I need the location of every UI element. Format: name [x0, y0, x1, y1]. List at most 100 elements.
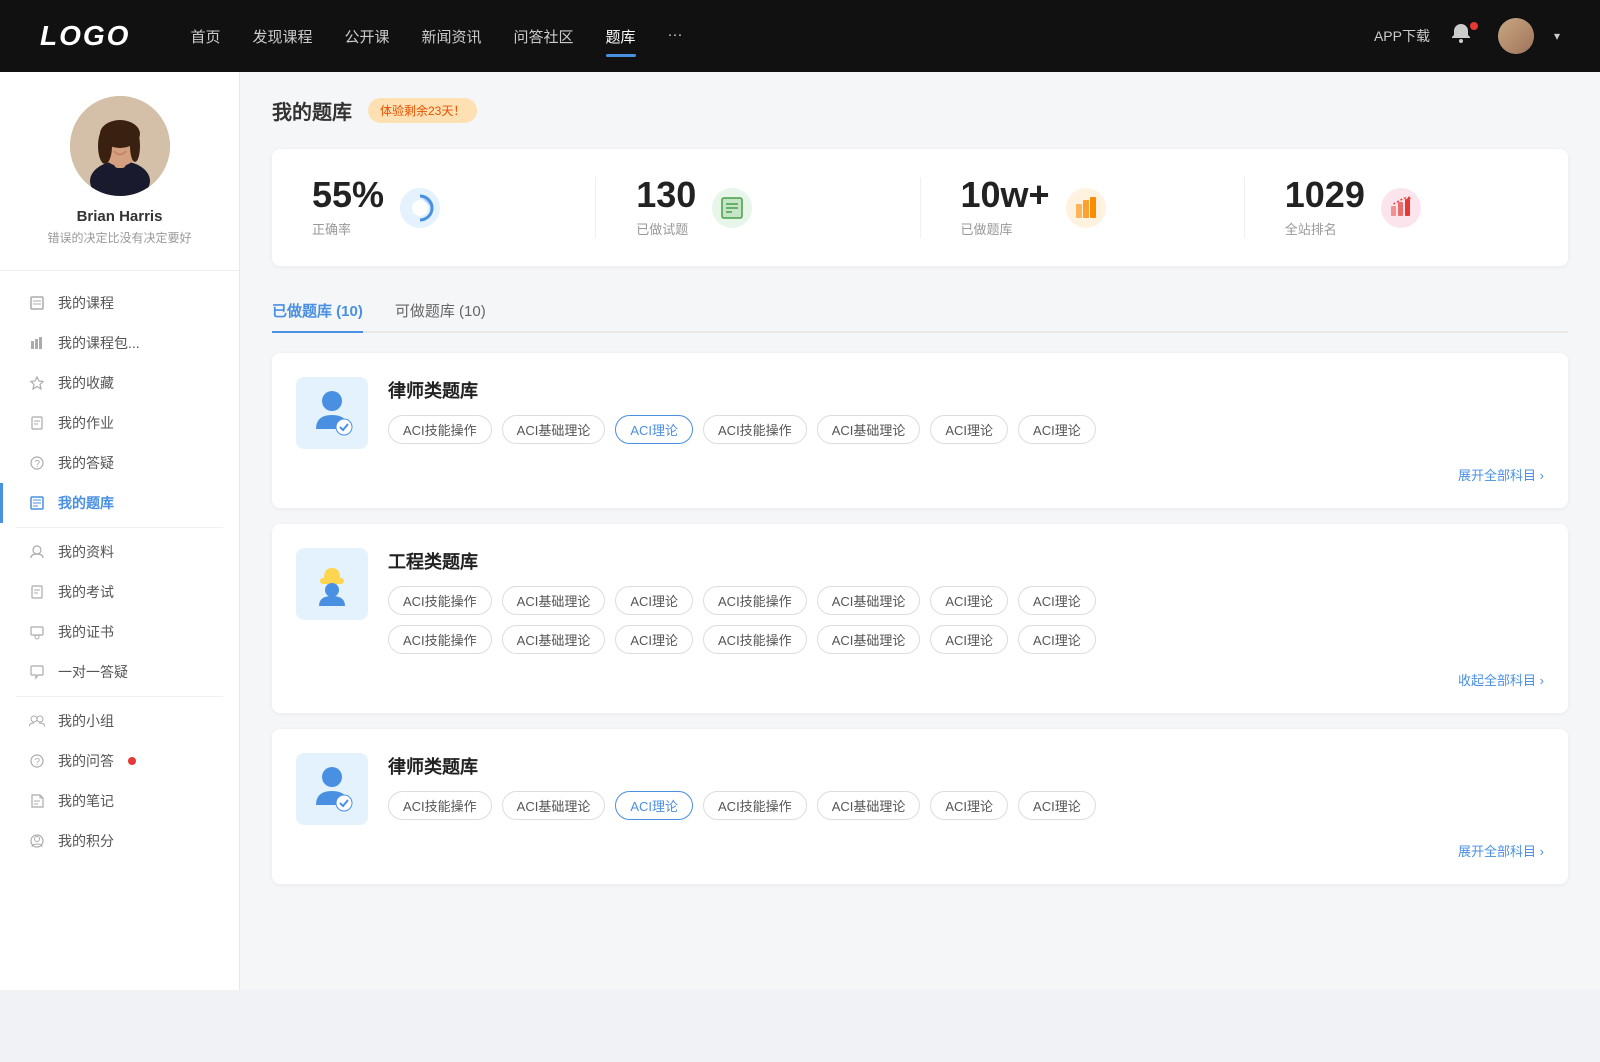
user-avatar[interactable]	[1498, 18, 1534, 54]
qbank-tag[interactable]: ACI理论	[615, 586, 693, 615]
nav-link-more[interactable]: ···	[668, 22, 683, 51]
sidebar-item-one-on-one[interactable]: 一对一答疑	[0, 652, 239, 692]
qbank-tag[interactable]: ACI技能操作	[703, 415, 807, 444]
sidebar-item-course-package[interactable]: 我的课程包...	[0, 323, 239, 363]
qbank-tag[interactable]: ACI技能操作	[388, 586, 492, 615]
qbank-tag[interactable]: ACI理论	[930, 791, 1008, 820]
qbank-tag[interactable]: ACI技能操作	[703, 586, 807, 615]
nav-link-opencourse[interactable]: 公开课	[344, 22, 389, 51]
sidebar-label: 我的小组	[58, 711, 114, 731]
stat-questions-value: 130	[636, 177, 696, 213]
app-download-link[interactable]: APP下载	[1374, 26, 1430, 46]
qbank-tag[interactable]: ACI技能操作	[388, 415, 492, 444]
qbank-tag-active[interactable]: ACI理论	[615, 791, 693, 820]
sidebar-item-question-bank[interactable]: 我的题库	[0, 483, 239, 523]
stat-questions-label: 已做试题	[636, 219, 696, 238]
page-title: 我的题库	[272, 96, 352, 125]
nav-link-news[interactable]: 新闻资讯	[422, 22, 482, 51]
tab-available-banks[interactable]: 可做题库 (10)	[395, 290, 486, 331]
qbank-tag[interactable]: ACI理论	[930, 625, 1008, 654]
stat-accuracy: 55% 正确率	[272, 177, 596, 238]
sidebar-label: 我的课程	[58, 293, 114, 313]
homework-icon	[28, 414, 46, 432]
course-package-icon	[28, 334, 46, 352]
navbar-logo[interactable]: LOGO	[40, 20, 130, 52]
qbank-lawyer-1-title: 律师类题库	[388, 377, 1544, 403]
sidebar-item-group[interactable]: 我的小组	[0, 701, 239, 741]
qbank-tag-active[interactable]: ACI理论	[615, 415, 693, 444]
lawyer-icon-2	[306, 763, 358, 815]
points-icon	[28, 832, 46, 850]
qbank-card-lawyer-1: 律师类题库 ACI技能操作 ACI基础理论 ACI理论 ACI技能操作 ACI基…	[272, 353, 1568, 508]
material-icon	[28, 543, 46, 561]
qbank-tag[interactable]: ACI理论	[930, 415, 1008, 444]
sidebar-item-homework[interactable]: 我的作业	[0, 403, 239, 443]
stat-accuracy-value: 55%	[312, 177, 384, 213]
exam-icon	[28, 583, 46, 601]
sidebar-item-collection[interactable]: 我的收藏	[0, 363, 239, 403]
qbank-tag[interactable]: ACI基础理论	[817, 625, 921, 654]
qbank-tag[interactable]: ACI理论	[930, 586, 1008, 615]
qbank-tag[interactable]: ACI技能操作	[703, 625, 807, 654]
sidebar-nav: 我的课程 我的课程包... 我的收藏 我的作业	[0, 271, 239, 873]
stat-banks-label: 已做题库	[961, 219, 1050, 238]
qbank-tag[interactable]: ACI技能操作	[388, 791, 492, 820]
qbank-tag[interactable]: ACI基础理论	[502, 586, 606, 615]
sidebar-label: 我的证书	[58, 622, 114, 642]
sidebar-item-notes[interactable]: 我的笔记	[0, 781, 239, 821]
qbank-lawyer-2-icon-wrap	[296, 753, 368, 825]
qbank-tag[interactable]: ACI理论	[615, 625, 693, 654]
rank-icon	[1381, 188, 1421, 228]
banks-icon	[1066, 188, 1106, 228]
qbank-lawyer-icon-wrap	[296, 377, 368, 449]
sidebar-item-points[interactable]: 我的积分	[0, 821, 239, 861]
nav-link-qa[interactable]: 问答社区	[514, 22, 574, 51]
sidebar-avatar	[70, 96, 170, 196]
sidebar-label: 我的问答	[58, 751, 114, 771]
qbank-engineer-tags-row2: ACI技能操作 ACI基础理论 ACI理论 ACI技能操作 ACI基础理论 AC…	[388, 625, 1544, 654]
sidebar-item-my-course[interactable]: 我的课程	[0, 283, 239, 323]
qbank-lawyer-2-expand[interactable]: 展开全部科目 ›	[296, 841, 1544, 860]
qbank-tag[interactable]: ACI理论	[1018, 415, 1096, 444]
qbank-tag[interactable]: ACI基础理论	[502, 791, 606, 820]
unread-dot	[128, 757, 136, 765]
qbank-tag[interactable]: ACI基础理论	[817, 415, 921, 444]
sidebar-item-my-material[interactable]: 我的资料	[0, 532, 239, 572]
nav-link-discover[interactable]: 发现课程	[252, 22, 312, 51]
tab-done-banks[interactable]: 已做题库 (10)	[272, 290, 363, 331]
user-dropdown-arrow[interactable]: ▾	[1554, 29, 1560, 43]
star-icon	[28, 374, 46, 392]
sidebar-item-certificate[interactable]: 我的证书	[0, 612, 239, 652]
qbank-tag[interactable]: ACI基础理论	[502, 415, 606, 444]
qbank-tag[interactable]: ACI技能操作	[388, 625, 492, 654]
sidebar-label: 我的收藏	[58, 373, 114, 393]
sidebar-item-exam[interactable]: 我的考试	[0, 572, 239, 612]
qbank-tag[interactable]: ACI基础理论	[502, 625, 606, 654]
notification-bell[interactable]	[1450, 22, 1478, 50]
sidebar-label: 我的题库	[58, 493, 114, 513]
nav-link-home[interactable]: 首页	[190, 22, 220, 51]
qbank-tag[interactable]: ACI基础理论	[817, 791, 921, 820]
sidebar-item-my-questions[interactable]: ? 我的问答	[0, 741, 239, 781]
navbar-links: 首页 发现课程 公开课 新闻资讯 问答社区 题库 ···	[190, 22, 1374, 51]
qbank-lawyer-1-tags: ACI技能操作 ACI基础理论 ACI理论 ACI技能操作 ACI基础理论 AC…	[388, 415, 1544, 444]
page-wrapper: Brian Harris 错误的决定比没有决定要好 我的课程 我的课程包...	[0, 72, 1600, 990]
svg-text:?: ?	[35, 459, 41, 470]
accuracy-icon	[400, 188, 440, 228]
lawyer-icon	[306, 387, 358, 439]
nav-link-questionbank[interactable]: 题库	[606, 22, 636, 51]
qbank-engineer-icon-wrap	[296, 548, 368, 620]
qbank-tag[interactable]: ACI理论	[1018, 791, 1096, 820]
qbank-tag[interactable]: ACI理论	[1018, 625, 1096, 654]
qbank-engineer-expand[interactable]: 收起全部科目 ›	[296, 670, 1544, 689]
qbank-tag[interactable]: ACI技能操作	[703, 791, 807, 820]
sidebar-item-my-qa[interactable]: ? 我的答疑	[0, 443, 239, 483]
qbank-lawyer-1-expand[interactable]: 展开全部科目 ›	[296, 465, 1544, 484]
stat-rank-value: 1029	[1285, 177, 1365, 213]
page-header: 我的题库 体验剩余23天！	[272, 96, 1568, 125]
qbank-tag[interactable]: ACI基础理论	[817, 586, 921, 615]
sidebar-label: 我的积分	[58, 831, 114, 851]
qbank-tag[interactable]: ACI理论	[1018, 586, 1096, 615]
engineer-icon	[306, 558, 358, 610]
navbar: LOGO 首页 发现课程 公开课 新闻资讯 问答社区 题库 ··· APP下载 …	[0, 0, 1600, 72]
